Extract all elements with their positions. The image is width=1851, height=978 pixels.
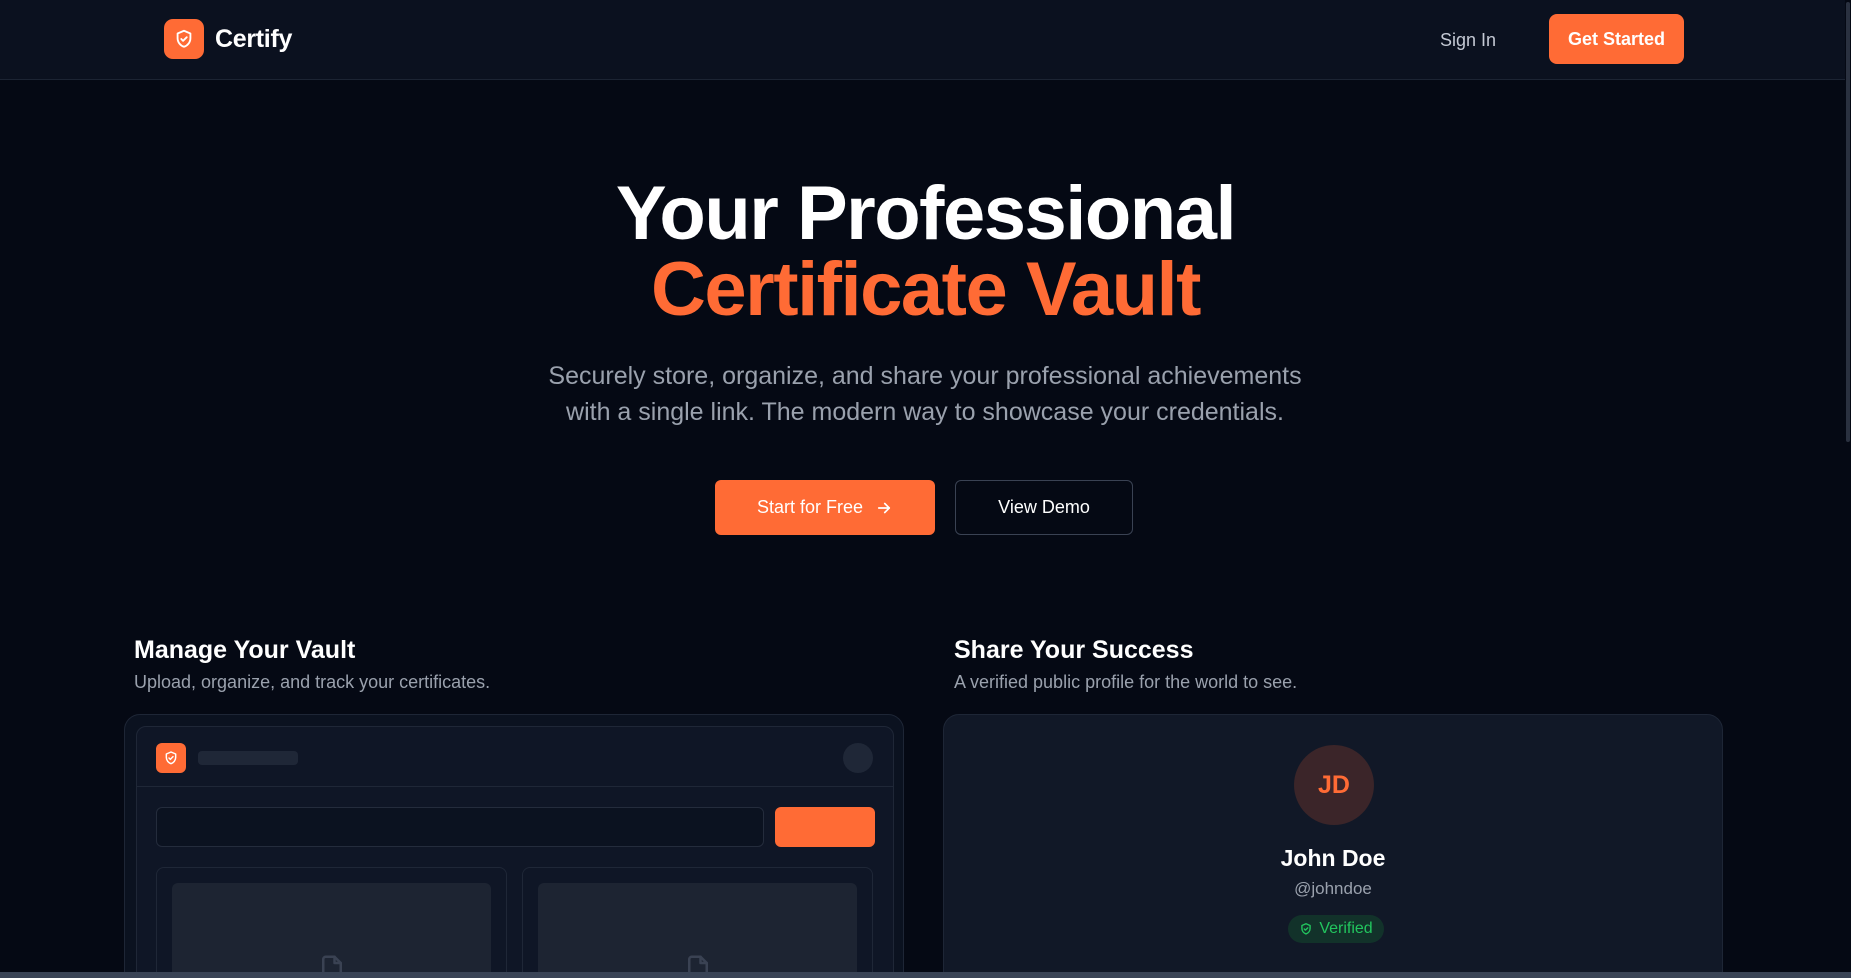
shield-check-icon (164, 19, 204, 59)
shield-check-icon (1299, 922, 1313, 936)
skeleton-thumbnail (538, 883, 857, 978)
arrow-right-icon (875, 499, 893, 517)
hero-title: Your Professional Certificate Vault (0, 176, 1851, 328)
verified-badge: Verified (1288, 915, 1384, 943)
skeleton-certificate-tile (156, 867, 507, 978)
scrollbar-thumb[interactable] (1846, 2, 1850, 442)
profile-name: John Doe (1280, 845, 1386, 871)
hero-title-line2: Certificate Vault (651, 247, 1201, 332)
skeleton-avatar (843, 743, 873, 773)
vault-preview-card (124, 714, 904, 978)
skeleton-certificate-tile (522, 867, 873, 978)
hero-title-line1: Your Professional (615, 171, 1237, 256)
sign-in-link[interactable]: Sign In (1440, 26, 1496, 54)
skeleton-search-bar (156, 807, 764, 847)
avatar: JD (1294, 745, 1374, 825)
skeleton-thumbnail (172, 883, 491, 978)
skeleton-action-button (775, 807, 875, 847)
share-section-subtitle: A verified public profile for the world … (954, 672, 1298, 692)
brand-logo[interactable]: Certify (164, 19, 292, 59)
verified-badge-label: Verified (1319, 920, 1373, 937)
brand-name: Certify (215, 24, 293, 53)
view-demo-button[interactable]: View Demo (955, 480, 1133, 535)
skeleton-title (198, 751, 298, 765)
hero-subtitle-line2: with a single link. The modern way to sh… (566, 398, 1284, 426)
public-profile-card: JD John Doe @johndoe Verified (943, 714, 1723, 978)
share-section-title: Share Your Success (954, 636, 1194, 664)
shield-check-icon (156, 743, 186, 773)
start-for-free-label: Start for Free (756, 497, 864, 517)
hero-subtitle-line1: Securely store, organize, and share your… (548, 362, 1302, 390)
profile-handle: @johndoe (1294, 879, 1372, 898)
vault-preview-window (136, 726, 894, 978)
landing-page: Certify Sign In Get Started Your Profess… (0, 0, 1851, 978)
vault-section-title: Manage Your Vault (134, 636, 356, 664)
vault-section-subtitle: Upload, organize, and track your certifi… (134, 672, 491, 692)
get-started-button[interactable]: Get Started (1549, 14, 1684, 64)
hero-subtitle: Securely store, organize, and share your… (500, 358, 1350, 430)
top-navbar: Certify Sign In Get Started (0, 0, 1851, 80)
bottom-edge (0, 972, 1851, 978)
vault-preview-topbar (137, 727, 893, 787)
start-for-free-button[interactable]: Start for Free (715, 480, 935, 535)
